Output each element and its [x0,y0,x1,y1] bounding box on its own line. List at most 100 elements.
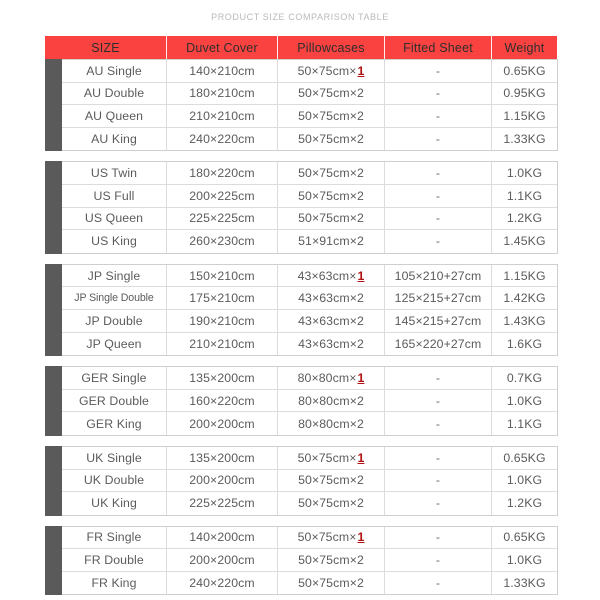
cell-fitted-sheet: - [385,162,492,184]
cell-weight: 1.15KG [503,108,546,123]
table-row: US Twin 180×220cm 50×75cm× 2 -1.0KG [62,162,557,185]
pillowcase-quantity: 2 [356,553,364,568]
cell-pillowcases: 80×80cm× 1 [278,367,385,389]
cell-duvet-cover: 225×225cm [167,492,278,515]
pillowcase-dimension: 43×63cm× [298,336,357,351]
cell-duvet-cover: 135×200cm [167,446,278,469]
cell-weight: 0.65KG [503,450,546,465]
cell-size: US King [62,230,167,253]
cell-pillowcases: 50×75cm× 2 [278,549,385,571]
cell-pillowcases: 50×75cm× 1 [278,60,385,82]
pillowcase-quantity: 1 [357,450,365,465]
cell-pillowcases: 80×80cm× 2 [278,389,385,412]
group-rows: GER Single 135×200cm 80×80cm× 1-0.7KG GER Do… [62,366,558,436]
cell-size: UK King [62,492,167,515]
group-rows: JP Single 150×210cm 43×63cm× 1 105×210+27cm 1… [62,263,558,357]
pillowcase-quantity: 2 [356,234,364,249]
pillowcase-quantity: 2 [356,291,364,306]
table-row: AU King 240×220cm 50×75cm× 2-1.33KG [62,127,557,151]
size-group-ger: GER Single 135×200cm 80×80cm× 1-0.7KG GER Do… [45,366,558,436]
cell-pillowcases: 43×63cm× 1 [278,264,385,287]
table-header-row: SIZE Duvet Cover Pillowcases Fitted Shee… [45,36,557,59]
cell-fitted-sheet: - [385,127,492,151]
cell-weight: 1.0KG [506,166,543,181]
cell-pillowcases: 50×75cm× 1 [278,446,385,469]
cell-size: GER King [62,412,167,435]
table-row: GER Single 135×200cm 80×80cm× 1-0.7KG [62,367,557,390]
cell-weight: 0.65KG [503,530,546,545]
pillowcase-dimension: 50×75cm× [298,166,357,181]
size-comparison-page: PRODUCT SIZE COMPARISON TABLE SIZE Duvet… [0,0,600,600]
cell-duvet-cover: 240×220cm [167,127,278,151]
pillowcase-quantity: 2 [356,188,364,203]
group-marker-tab [45,366,62,436]
cell-duvet-cover: 190×210cm [167,309,278,332]
cell-weight: 1.0KG [506,553,543,568]
size-group-us: US Twin 180×220cm 50×75cm× 2-1.0KG US Full 20… [45,161,558,254]
cell-fitted-sheet: - [385,389,492,412]
cell-size: FR Single [62,526,167,549]
pillowcase-quantity: 2 [356,86,364,101]
cell-weight: 1.1KG [506,188,543,203]
pillowcase-dimension: 43×63cm× [297,268,357,283]
size-group-uk: UK Single 135×200cm 50×75cm× 1-0.65KG UK Dou… [45,445,558,516]
cell-size: JP Single [62,264,167,287]
pillowcase-quantity: 2 [356,416,364,431]
size-group-au: AU Single 140×210cm 50×75cm× 1-0.65KG AU Dou… [45,59,558,152]
cell-fitted-sheet: - [385,184,492,207]
cell-weight: 1.45KG [503,234,546,249]
column-header-pillowcases: Pillowcases [278,36,385,59]
cell-fitted-sheet: - [385,492,492,515]
cell-size: UK Single [62,446,167,469]
cell-pillowcases: 50×75cm× 2 [278,184,385,207]
cell-fitted-sheet: - [385,82,492,105]
cell-pillowcases: 43×63cm× 2 [278,287,385,309]
cell-size: AU King [62,127,167,151]
pillowcase-dimension: 50×75cm× [298,211,357,226]
pillowcase-quantity: 1 [357,530,365,545]
cell-weight: 1.42KG [503,291,546,306]
table-row: UK King 225×225cm 50×75cm× 2-1.2KG [62,492,557,515]
table-row: FR King 240×220cm 50×75cm× 2-1.33KG [62,571,557,595]
pillowcase-dimension: 50×75cm× [298,553,357,568]
cell-fitted-sheet: 105×210+27cm [385,264,492,287]
group-marker-tab [45,59,62,152]
cell-duvet-cover: 180×220cm [167,162,278,184]
cell-fitted-sheet: - [385,549,492,571]
pillowcase-quantity: 2 [356,166,364,181]
cell-weight: 0.95KG [503,86,546,101]
cell-duvet-cover: 160×220cm [167,389,278,412]
cell-duvet-cover: 240×220cm [167,571,278,595]
table-row: JP Double 190×210cm 43×63cm× 2 145×215+27cm 1… [62,309,557,333]
pillowcase-dimension: 50×75cm× [298,576,357,591]
column-header-fitted-sheet: Fitted Sheet [385,36,492,59]
page-title: PRODUCT SIZE COMPARISON TABLE [211,12,389,22]
size-comparison-table: SIZE Duvet Cover Pillowcases Fitted Shee… [45,36,558,596]
size-group-fr: FR Single 140×200cm 50×75cm× 1-0.65KG FR Dou… [45,525,558,596]
pillowcase-quantity: 1 [357,370,365,385]
cell-weight: 0.65KG [503,63,546,78]
cell-fitted-sheet: 125×215+27cm [385,287,492,309]
pillowcase-quantity: 2 [356,336,364,351]
column-header-size: SIZE [45,36,167,59]
group-rows: FR Single 140×200cm 50×75cm× 1-0.65KG FR Dou… [62,525,558,596]
cell-size: US Queen [62,207,167,230]
cell-size: AU Queen [62,105,167,127]
cell-pillowcases: 43×63cm× 2 [278,332,385,356]
table-row: JP Single 150×210cm 43×63cm× 1 105×210+27cm 1… [62,264,557,288]
cell-size: US Twin [62,162,167,184]
pillowcase-dimension: 50×75cm× [298,108,357,123]
cell-pillowcases: 80×80cm× 2 [278,412,385,435]
cell-duvet-cover: 260×230cm [167,230,278,253]
cell-size: AU Single [62,60,167,82]
cell-weight: 0.7KG [506,370,543,385]
pillowcase-dimension: 50×75cm× [298,473,357,488]
pillowcase-dimension: 50×75cm× [298,496,357,511]
cell-duvet-cover: 150×210cm [167,264,278,287]
table-row: FR Single 140×200cm 50×75cm× 1-0.65KG [62,526,557,550]
cell-fitted-sheet: - [385,446,492,469]
cell-size: JP Single Double [62,287,167,309]
cell-pillowcases: 50×75cm× 2 [278,105,385,127]
table-row: AU Queen 210×210cm 50×75cm× 2-1.15KG [62,105,557,128]
cell-size: JP Queen [62,332,167,356]
